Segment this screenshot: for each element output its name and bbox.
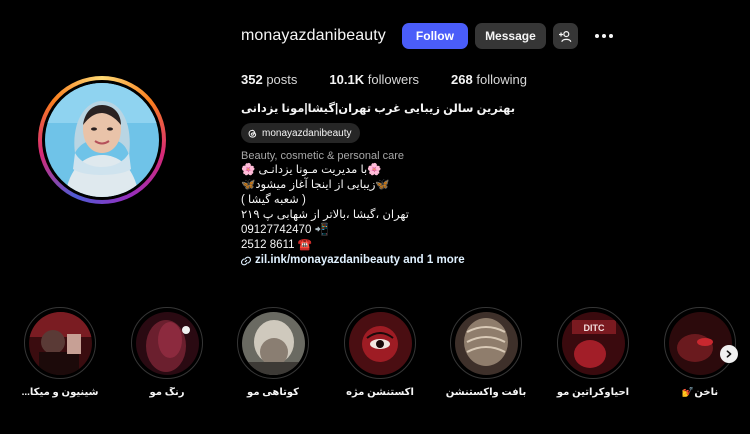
- bio-external-link[interactable]: zil.ink/monayazdanibeauty and 1 more: [241, 253, 601, 268]
- profile-username[interactable]: monayazdanibeauty: [241, 27, 386, 45]
- posts-stat: 352 posts: [241, 72, 297, 87]
- highlight-cover: DITC: [561, 311, 625, 375]
- highlight-label: رنگ مو: [149, 387, 185, 398]
- threads-badge[interactable]: monayazdanibeauty: [241, 123, 360, 143]
- profile-stats: 352 posts 10.1K followers 268 following: [241, 72, 559, 87]
- message-button[interactable]: Message: [474, 23, 546, 49]
- highlight-cover: [28, 311, 92, 375]
- bio-line: 2512 8611 ☎️: [241, 239, 313, 251]
- following-label: following: [476, 72, 527, 87]
- highlight-label: اکستنشن مژه: [346, 387, 414, 398]
- suggest-users-button[interactable]: [552, 23, 578, 49]
- threads-handle: monayazdanibeauty: [262, 127, 352, 139]
- highlight-ring: [450, 307, 522, 379]
- highlights-next-button[interactable]: [720, 345, 738, 363]
- highlight-label: شینیون و میکا...: [21, 387, 99, 398]
- following-count: 268: [451, 72, 473, 87]
- highlight-label: کوتاهی مو: [247, 387, 299, 398]
- highlight-cover: [348, 311, 412, 375]
- highlight-cover: [135, 311, 199, 375]
- highlight-item[interactable]: DITC احیاوکراتین مو: [543, 307, 643, 398]
- bio-link-text: zil.ink/monayazdanibeauty and 1 more: [255, 254, 465, 266]
- highlight-ring: [131, 307, 203, 379]
- highlight-ring: DITC: [557, 307, 629, 379]
- highlight-label: بافت واکستنشن: [445, 387, 527, 398]
- bio-line: ( شعبه گیشا ): [241, 194, 306, 206]
- followers-count: 10.1K: [329, 72, 365, 87]
- highlight-item[interactable]: اکستنشن مژه: [330, 307, 430, 398]
- profile-avatar-ring[interactable]: [38, 76, 166, 204]
- following-stat[interactable]: 268 following: [451, 72, 527, 87]
- threads-icon: [247, 128, 258, 139]
- highlight-ring: [24, 307, 96, 379]
- more-dots-icon[interactable]: [594, 34, 613, 38]
- highlight-ring: [664, 307, 736, 379]
- profile-bio: بهترین سالن زیبایی غرب تهران|گیشا|مونا ی…: [241, 102, 601, 268]
- highlight-ring: [237, 307, 309, 379]
- bio-line: 09127742470 📲: [241, 224, 329, 236]
- highlight-item[interactable]: بافت واکستنشن: [436, 307, 536, 398]
- follow-button[interactable]: Follow: [401, 23, 468, 49]
- highlight-ring: [344, 307, 416, 379]
- avatar[interactable]: [45, 83, 159, 197]
- followers-label: followers: [367, 72, 420, 87]
- posts-label: posts: [266, 72, 298, 87]
- followers-stat[interactable]: 10.1K followers: [329, 72, 419, 87]
- svg-text:DITC: DITC: [583, 323, 604, 333]
- avatar-gap: [42, 80, 162, 200]
- chevron-right-icon: [725, 350, 733, 358]
- highlight-item[interactable]: کوتاهی مو: [223, 307, 323, 398]
- link-icon: [241, 256, 251, 266]
- highlight-label: احیاوکراتین مو: [556, 387, 630, 398]
- bio-line: تهران ،گیشا ،بالاتر از شهابی پ ۲۱۹: [241, 209, 409, 221]
- highlight-cover: [241, 311, 305, 375]
- bio-line: 🌸با مدیریت مـونا یزدانـی 🌸: [241, 164, 382, 176]
- profile-header: monayazdanibeauty Follow Message: [241, 23, 613, 49]
- bio-line: 🦋زیبایی از اینجا آغاز میشود🦋: [241, 179, 390, 191]
- add-user-icon: [558, 30, 572, 43]
- profile-category: Beauty, cosmetic & personal care: [241, 150, 405, 162]
- posts-count: 352: [241, 72, 263, 87]
- story-highlights: شینیون و میکا... رنگ مو کوتاهی مو اکستنش…: [0, 300, 750, 410]
- avatar-image: [45, 83, 159, 197]
- profile-full-name: بهترین سالن زیبایی غرب تهران|گیشا|مونا ی…: [241, 103, 516, 115]
- highlight-item[interactable]: شینیون و میکا...: [10, 307, 110, 398]
- highlight-cover: [454, 311, 518, 375]
- highlight-label: ناخن💅: [681, 387, 719, 398]
- highlight-cover: [668, 311, 732, 375]
- highlight-item[interactable]: رنگ مو: [117, 307, 217, 398]
